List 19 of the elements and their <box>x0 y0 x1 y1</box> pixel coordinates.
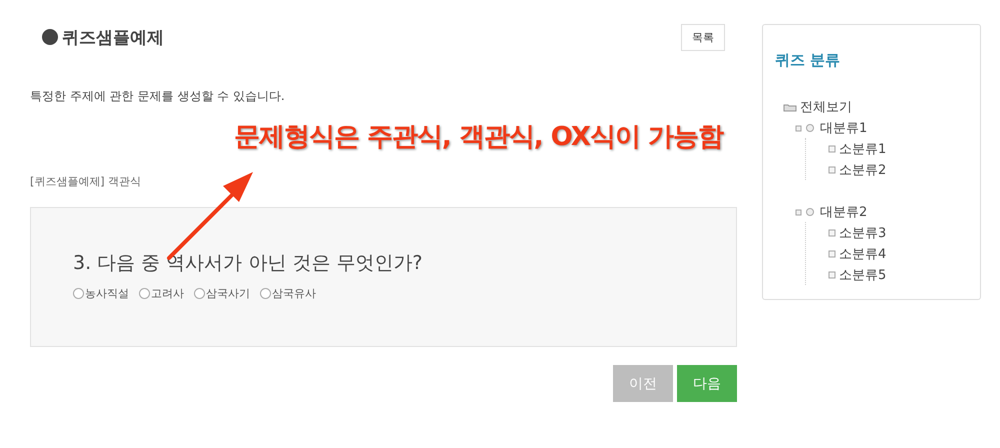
list-button[interactable]: 목록 <box>681 24 725 50</box>
option-label[interactable]: 삼국유사 <box>272 286 316 301</box>
tree-item[interactable]: 소분류4 <box>839 244 886 262</box>
tree-item[interactable]: 전체보기 <box>800 98 852 116</box>
tree-item[interactable]: 소분류5 <box>839 266 886 284</box>
tree-item[interactable]: 대분류2 <box>820 202 868 220</box>
tree-item[interactable]: 소분류1 <box>839 140 886 158</box>
breadcrumb: [퀴즈샘플예제] 객관식 <box>30 174 142 189</box>
option-label[interactable]: 고려사 <box>151 286 184 301</box>
page-title: 퀴즈샘플예제 <box>62 26 164 48</box>
tree-item[interactable]: 소분류2 <box>839 160 886 178</box>
tree-item[interactable]: 대분류1 <box>820 118 868 136</box>
option-label[interactable]: 삼국사기 <box>206 286 250 301</box>
sidebar-title: 퀴즈 분류 <box>775 51 842 70</box>
question-text: 3. 다음 중 역사서가 아닌 것은 무엇인가? <box>73 251 424 276</box>
description: 특정한 주제에 관한 문제를 생성할 수 있습니다. <box>30 88 286 105</box>
annotation-text: 문제형식은 주관식, 객관식, OX식이 가능함 <box>234 121 723 154</box>
tree-item[interactable]: 소분류3 <box>839 224 886 242</box>
option-label[interactable]: 농사직설 <box>85 286 129 301</box>
